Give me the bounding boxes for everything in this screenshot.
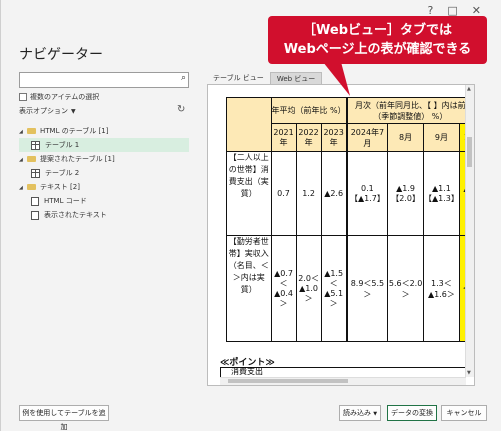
tree-item-label: 提案されたテーブル [1]	[40, 155, 115, 163]
table-cell: 2.0＜▲1.0＞	[295, 235, 322, 342]
load-button[interactable]: 読み込み ▼	[339, 405, 381, 421]
tree-folder-text[interactable]: ◢ テキスト [2]	[19, 180, 189, 194]
point-box-text: 消費支出	[231, 367, 263, 376]
multi-select-label: 複数のアイテムの選択	[30, 93, 100, 101]
table-cell: ▲2.6	[320, 151, 348, 236]
table-cell: ▲1.9【2.0】	[387, 151, 424, 236]
web-view-pane: 年平均（前年比 %） 月次（前年同月比、【 】内は前 （季節調整値） %） 202…	[207, 84, 475, 386]
table-cell: 0.7	[270, 151, 297, 236]
row-header: 【二人以上の世帯】消費支出（実質）	[226, 151, 272, 236]
expand-triangle-icon[interactable]: ◢	[19, 181, 27, 195]
table-cell: 8.9＜5.5＞	[345, 235, 389, 342]
year-header: 2021年	[270, 123, 297, 152]
search-icon[interactable]: ⌕	[181, 73, 186, 83]
header-annual: 年平均（前年比 %）	[270, 97, 348, 124]
navigator-dialog: ? □ ✕ ナビゲーター ⌕ 複数のアイテムの選択 表示オプション ▼ ↻ ◢ HT…	[0, 0, 501, 431]
horizontal-scrollbar[interactable]	[220, 377, 466, 385]
scroll-down-icon[interactable]: ▼	[467, 370, 471, 376]
refresh-icon[interactable]: ↻	[177, 104, 185, 115]
month-header: 9月	[422, 123, 460, 152]
document-icon	[31, 196, 39, 206]
footer-bar: 例を使用してテーブルを追加 読み込み ▼ データの変換 キャンセル	[1, 396, 501, 431]
tree-item-label: HTML のテーブル [1]	[40, 127, 109, 135]
table-icon	[31, 140, 40, 150]
tree-item-label: テキスト [2]	[40, 183, 80, 191]
folder-icon	[27, 128, 36, 134]
multi-select-checkbox[interactable]	[19, 93, 27, 101]
folder-icon	[27, 184, 36, 190]
tree-folder-html-tables[interactable]: ◢ HTML のテーブル [1]	[19, 124, 189, 138]
month-header: 8月	[387, 123, 424, 152]
callout-line1: ［Webビュー］タブでは	[303, 23, 452, 38]
table-cell: 1.2	[295, 151, 322, 236]
chevron-down-icon: ▼	[71, 108, 76, 115]
search-input[interactable]: ⌕	[19, 72, 189, 88]
tree-item-label: テーブル 2	[45, 169, 80, 177]
table-icon	[31, 168, 40, 178]
tree-item-table1[interactable]: テーブル 1	[19, 138, 189, 152]
table-cell: 0.1【▲1.7】	[345, 151, 389, 236]
tree-item-label: テーブル 1	[45, 141, 80, 149]
table-cell: ▲0.7＜▲0.4＞	[270, 235, 297, 342]
year-header: 2022年	[295, 123, 322, 152]
table-cell: ▲1.1【▲1.3】	[422, 151, 460, 236]
annotation-callout: ［Webビュー］タブでは Webページ上の表が確認できる	[268, 16, 487, 64]
row-header: 【勤労者世帯】実収入（名目、＜＞内は実質）	[226, 235, 272, 342]
table-corner-cell	[226, 97, 272, 152]
header-monthly-line1: 月次（前年同月比、【 】内は前	[355, 100, 466, 110]
cancel-button[interactable]: キャンセル	[441, 405, 487, 421]
folder-icon	[27, 156, 36, 162]
table-cell: 5.6＜2.0＞	[387, 235, 424, 342]
tree-item-html-code[interactable]: HTML コード	[19, 194, 189, 208]
tree-item-label: 表示されたテキスト	[44, 211, 107, 219]
web-table: 年平均（前年比 %） 月次（前年同月比、【 】内は前 （季節調整値） %） 202…	[226, 97, 474, 342]
expand-triangle-icon[interactable]: ◢	[19, 153, 27, 167]
transform-data-button[interactable]: データの変換	[387, 405, 437, 421]
vertical-scroll-thumb[interactable]	[467, 137, 472, 167]
load-button-label: 読み込み	[342, 409, 371, 417]
month-header: 2024年7月	[345, 123, 389, 152]
callout-line2: Webページ上の表が確認できる	[283, 42, 472, 57]
table-cell: 1.3＜▲1.6＞	[422, 235, 460, 342]
tree-item-displayed-text[interactable]: 表示されたテキスト	[19, 208, 189, 222]
tree-item-label: HTML コード	[44, 197, 87, 205]
navigator-tree: ◢ HTML のテーブル [1] テーブル 1 ◢ 提案されたテーブル [1] テー…	[19, 124, 189, 222]
add-table-by-example-button[interactable]: 例を使用してテーブルを追加	[19, 405, 109, 431]
display-options-label: 表示オプション	[19, 107, 68, 115]
scroll-up-icon[interactable]: ▲	[467, 86, 471, 92]
chevron-down-icon[interactable]: ▼	[373, 411, 377, 417]
vertical-scrollbar[interactable]: ▲ ▼	[465, 85, 474, 377]
horizontal-scroll-thumb[interactable]	[228, 379, 348, 383]
display-options-dropdown[interactable]: 表示オプション ▼	[19, 106, 76, 116]
tree-folder-suggested-tables[interactable]: ◢ 提案されたテーブル [1]	[19, 152, 189, 166]
year-header: 2023年	[320, 123, 348, 152]
header-monthly-line2: （季節調整値） %）	[373, 111, 448, 121]
expand-triangle-icon[interactable]: ◢	[19, 125, 27, 139]
multi-select-option[interactable]: 複数のアイテムの選択	[19, 92, 99, 102]
table-cell: ▲1.5＜▲5.1＞	[320, 235, 348, 342]
dialog-title: ナビゲーター	[19, 47, 103, 63]
header-monthly: 月次（前年同月比、【 】内は前 （季節調整値） %）	[345, 97, 474, 124]
document-icon	[31, 210, 39, 220]
tree-item-table2[interactable]: テーブル 2	[19, 166, 189, 180]
